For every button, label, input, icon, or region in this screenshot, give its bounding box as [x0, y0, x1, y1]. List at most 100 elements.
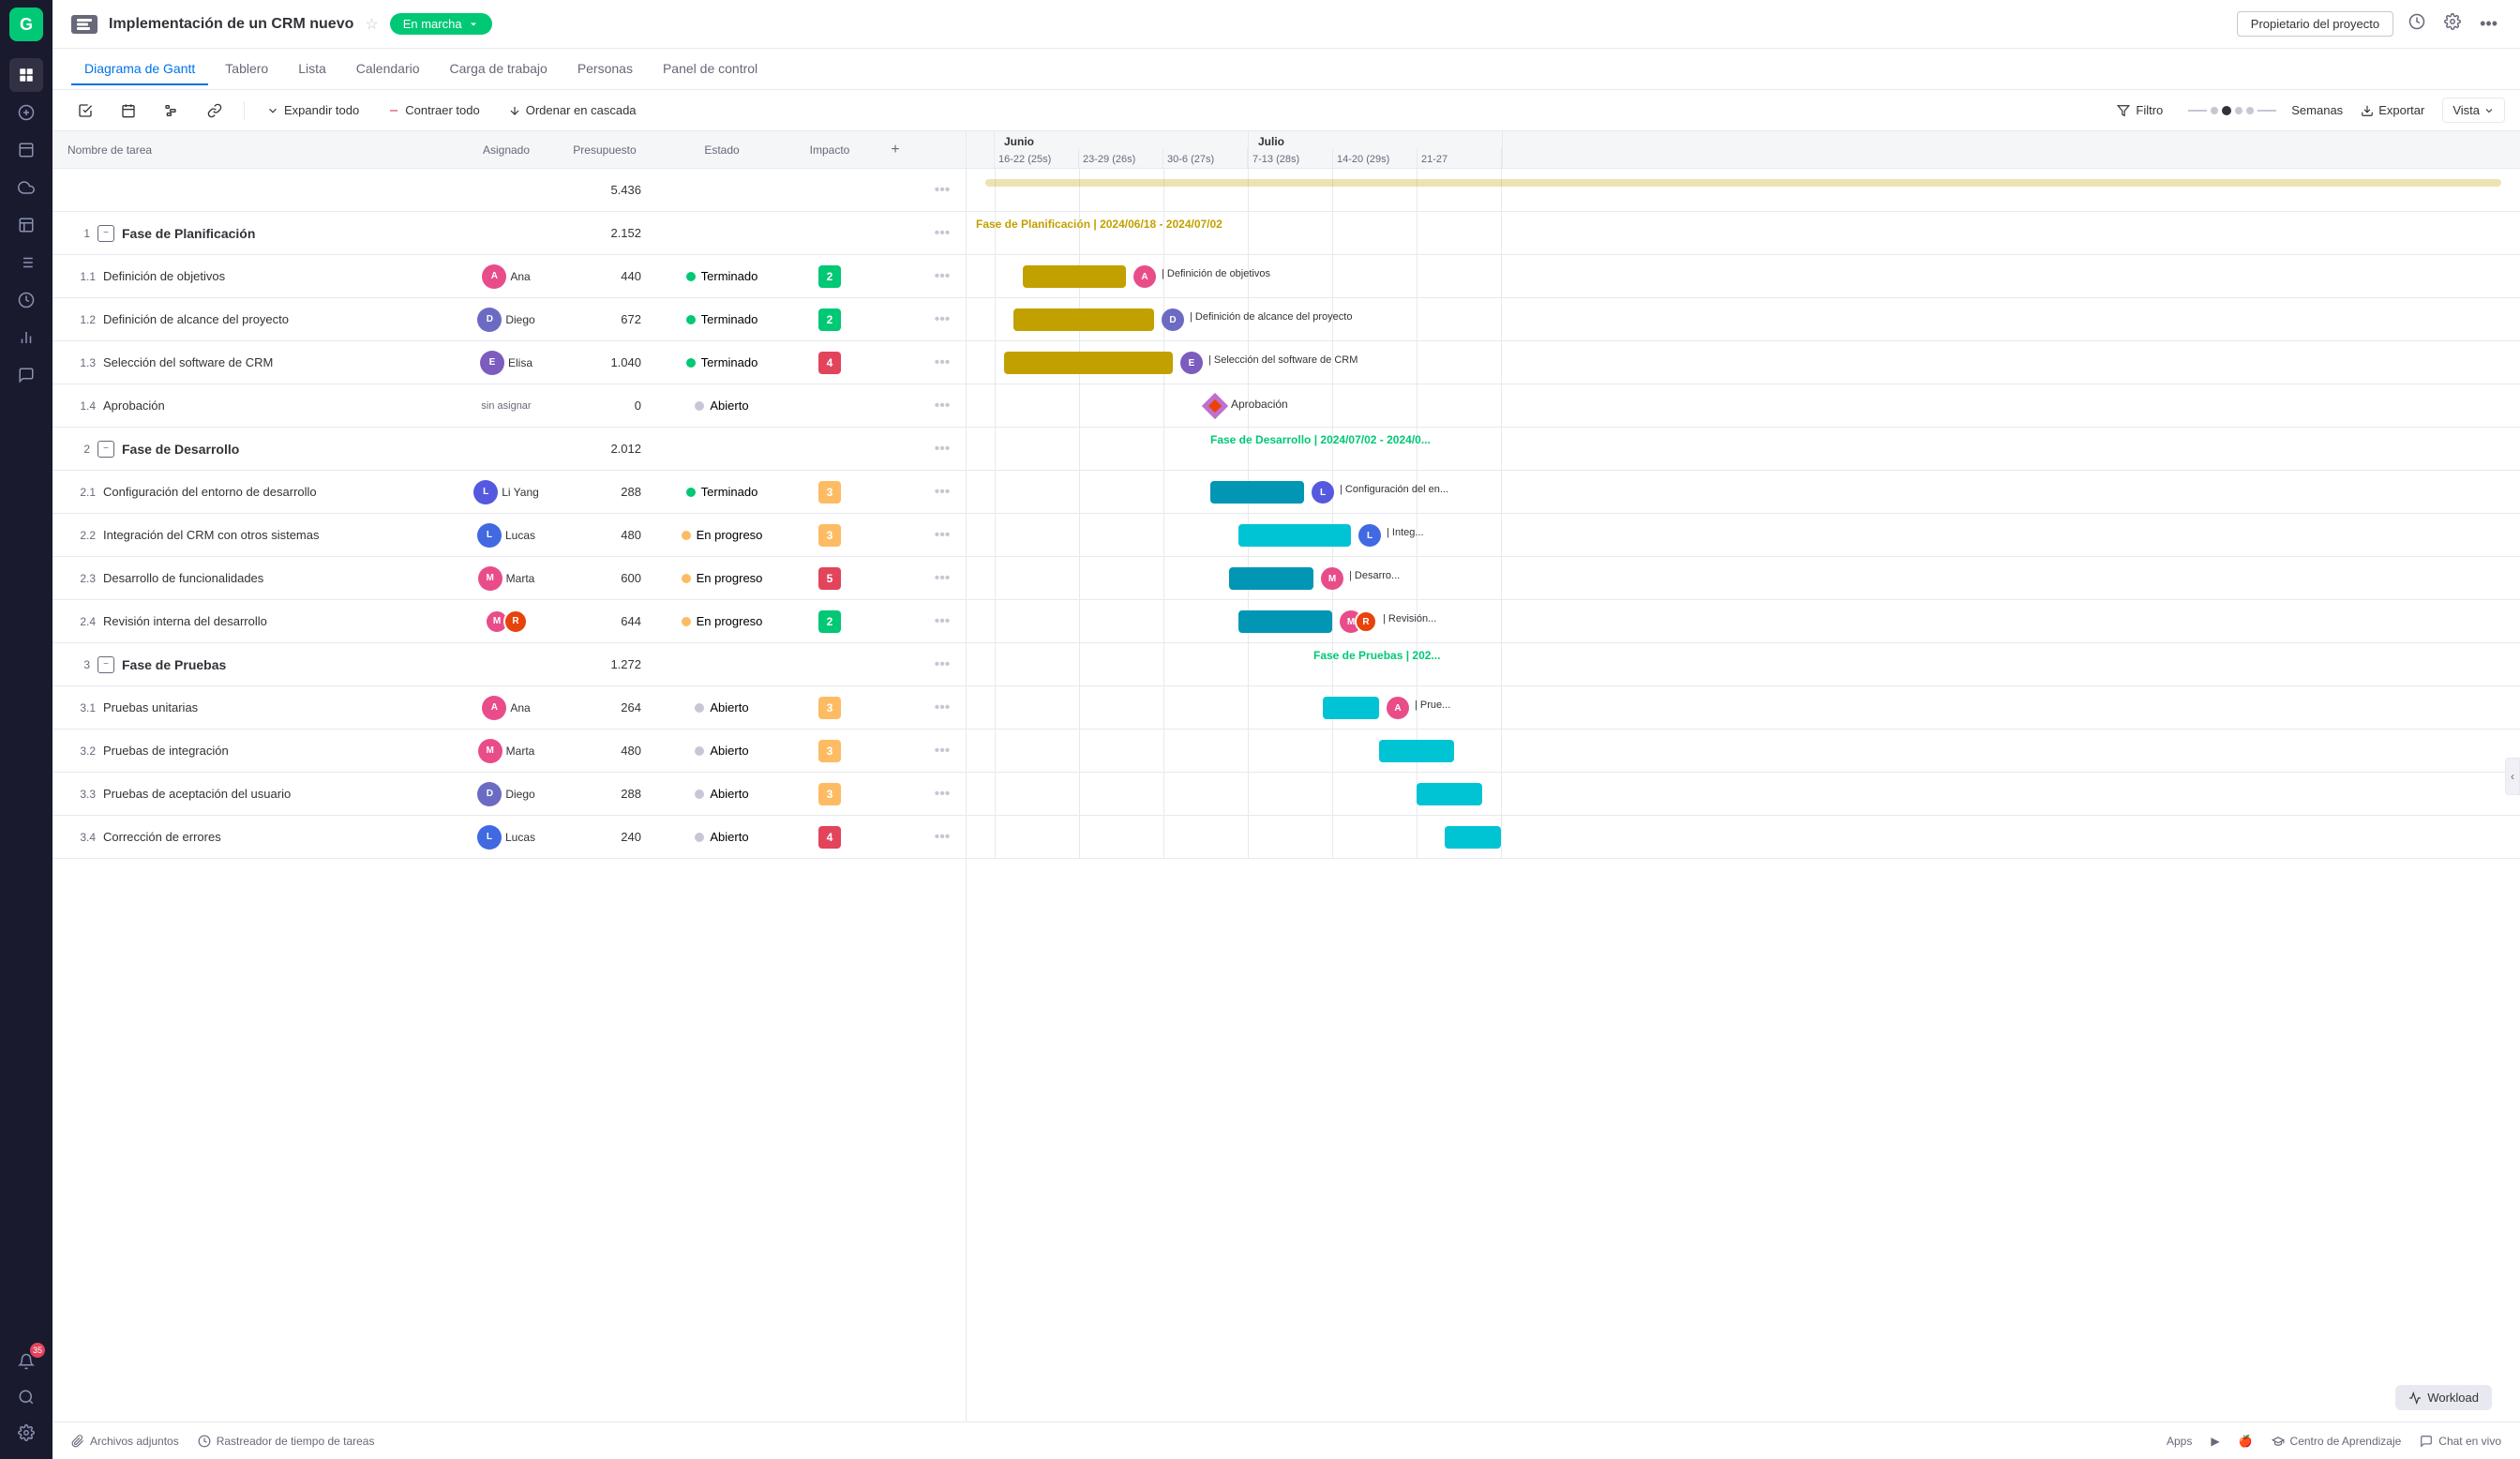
sidebar-icon-list[interactable]	[9, 246, 43, 279]
learning-btn[interactable]: Centro de Aprendizaje	[2272, 1435, 2402, 1448]
task-3-1-more[interactable]: •••	[919, 699, 966, 716]
task-2-1-budget: 288	[553, 485, 656, 499]
sidebar-icon-add[interactable]	[9, 96, 43, 129]
add-column-btn[interactable]: +	[872, 142, 919, 158]
apple-btn[interactable]: 🍎	[2239, 1435, 2253, 1448]
task-2-4-more[interactable]: •••	[919, 613, 966, 630]
sidebar-icon-notifications[interactable]: 35	[9, 1345, 43, 1378]
settings-icon[interactable]	[2440, 9, 2465, 38]
calendar-view-btn[interactable]	[111, 98, 146, 124]
history-icon[interactable]	[2405, 9, 2429, 38]
view-btn[interactable]: Vista	[2442, 98, 2505, 123]
status-badge[interactable]: En marcha	[390, 13, 492, 35]
zoom-control[interactable]	[2188, 106, 2276, 115]
task-3-2-name[interactable]: Pruebas de integración	[103, 744, 229, 758]
task-1-3-more[interactable]: •••	[919, 354, 966, 371]
tab-gantt[interactable]: Diagrama de Gantt	[71, 53, 208, 85]
workload-button[interactable]: Workload	[2395, 1385, 2492, 1410]
task-row-1-3: 1.3 Selección del software de CRM E Elis…	[52, 341, 966, 384]
expand-all-btn[interactable]: Expandir todo	[256, 98, 369, 123]
gantt-bar-1-2	[1013, 308, 1154, 331]
task-2-2-more[interactable]: •••	[919, 527, 966, 544]
gantt-collapse-panel-btn[interactable]: ‹	[2505, 758, 2520, 795]
task-3-2-more[interactable]: •••	[919, 743, 966, 760]
time-tracker-btn[interactable]: Rastreador de tiempo de tareas	[198, 1435, 375, 1448]
star-icon[interactable]: ☆	[365, 15, 378, 34]
gantt-week-25: 16-22 (25s)	[995, 148, 1079, 168]
gantt-week-29: 14-20 (29s)	[1333, 148, 1418, 168]
sidebar-icon-cloud[interactable]	[9, 171, 43, 204]
tab-tablero[interactable]: Tablero	[212, 53, 281, 85]
link-btn[interactable]	[197, 98, 232, 124]
sidebar-icon-search[interactable]	[9, 1380, 43, 1414]
gantt-week-28: 7-13 (28s)	[1249, 148, 1333, 168]
gantt-row-group-1: Fase de Planificación | 2024/06/18 - 202…	[967, 212, 2520, 255]
toolbar: Expandir todo Contraer todo Ordenar en c…	[52, 90, 2520, 131]
tab-panel[interactable]: Panel de control	[650, 53, 771, 85]
checkbox-all-btn[interactable]	[68, 98, 103, 124]
more-icon[interactable]: •••	[2476, 10, 2501, 38]
task-2-4-impact: 2	[818, 610, 841, 633]
group-3-more[interactable]: •••	[919, 656, 966, 673]
gantt-avatar-1-3: E	[1180, 352, 1203, 374]
task-1-2-impact: 2	[818, 308, 841, 331]
task-2-1-name[interactable]: Configuración del entorno de desarrollo	[103, 485, 317, 499]
gantt-row-group-2: Fase de Desarrollo | 2024/07/02 - 2024/0…	[967, 428, 2520, 471]
task-1-3-budget: 1.040	[553, 355, 656, 369]
sidebar-icon-projects[interactable]	[9, 208, 43, 242]
collapse-all-btn[interactable]: Contraer todo	[377, 98, 490, 123]
task-1-4-name[interactable]: Aprobación	[103, 399, 165, 413]
task-2-1-impact: 3	[818, 481, 841, 504]
task-2-3-status: En progreso	[682, 571, 763, 585]
sidebar-icon-home[interactable]	[9, 58, 43, 92]
task-3-4-name[interactable]: Corrección de errores	[103, 830, 221, 844]
app-logo[interactable]: G	[9, 8, 43, 41]
sidebar-icon-inbox[interactable]	[9, 133, 43, 167]
tab-personas[interactable]: Personas	[564, 53, 646, 85]
group-1-collapse-icon[interactable]: −	[98, 225, 114, 242]
group-3-collapse-icon[interactable]: −	[98, 656, 114, 673]
task-1-4-assignee: sin asignar	[481, 400, 531, 412]
task-3-3-name[interactable]: Pruebas de aceptación del usuario	[103, 787, 291, 801]
apps-btn[interactable]: Apps	[2167, 1435, 2192, 1448]
group-2-collapse-icon[interactable]: −	[98, 441, 114, 458]
task-3-1-name[interactable]: Pruebas unitarias	[103, 700, 198, 714]
task-1-1-name[interactable]: Definición de objetivos	[103, 269, 225, 283]
sidebar-icon-settings[interactable]	[9, 1416, 43, 1450]
task-1-1-more[interactable]: •••	[919, 268, 966, 285]
task-2-3-more[interactable]: •••	[919, 570, 966, 587]
task-1-3-name[interactable]: Selección del software de CRM	[103, 355, 273, 369]
task-3-3-more[interactable]: •••	[919, 786, 966, 803]
task-1-2-more[interactable]: •••	[919, 311, 966, 328]
sidebar-icon-chat[interactable]	[9, 358, 43, 392]
sidebar-icon-time[interactable]	[9, 283, 43, 317]
play-btn[interactable]: ▶	[2211, 1435, 2219, 1448]
group-1-more[interactable]: •••	[919, 225, 966, 242]
task-3-3-assignee: Diego	[505, 788, 534, 801]
tab-carga[interactable]: Carga de trabajo	[437, 53, 561, 85]
task-2-1-more[interactable]: •••	[919, 484, 966, 501]
tab-lista[interactable]: Lista	[285, 53, 339, 85]
filter-btn[interactable]: Filtro	[2107, 98, 2173, 123]
cascade-btn[interactable]: Ordenar en cascada	[498, 98, 647, 123]
task-row-3-2: 3.2 Pruebas de integración M Marta 480 A…	[52, 730, 966, 773]
task-3-3-avatar: D	[477, 782, 502, 806]
task-3-4-more[interactable]: •••	[919, 829, 966, 846]
tab-calendario[interactable]: Calendario	[343, 53, 433, 85]
task-3-4-budget: 240	[553, 830, 656, 844]
owner-button[interactable]: Propietario del proyecto	[2237, 11, 2393, 37]
task-1-4-more[interactable]: •••	[919, 398, 966, 414]
task-1-2-budget: 672	[553, 312, 656, 326]
task-2-2-name[interactable]: Integración del CRM con otros sistemas	[103, 528, 319, 542]
export-btn[interactable]: Exportar	[2350, 98, 2435, 123]
group-2-more[interactable]: •••	[919, 441, 966, 458]
chat-live-btn[interactable]: Chat en vivo	[2420, 1435, 2501, 1448]
empty-row-more[interactable]: •••	[919, 182, 966, 199]
task-2-4-name[interactable]: Revisión interna del desarrollo	[103, 614, 267, 628]
sidebar-icon-analytics[interactable]	[9, 321, 43, 354]
task-3-2-budget: 480	[553, 744, 656, 758]
task-1-2-name[interactable]: Definición de alcance del proyecto	[103, 312, 289, 326]
gantt-view-btn[interactable]	[154, 98, 189, 124]
task-2-3-name[interactable]: Desarrollo de funcionalidades	[103, 571, 263, 585]
attachments-btn[interactable]: Archivos adjuntos	[71, 1435, 179, 1448]
